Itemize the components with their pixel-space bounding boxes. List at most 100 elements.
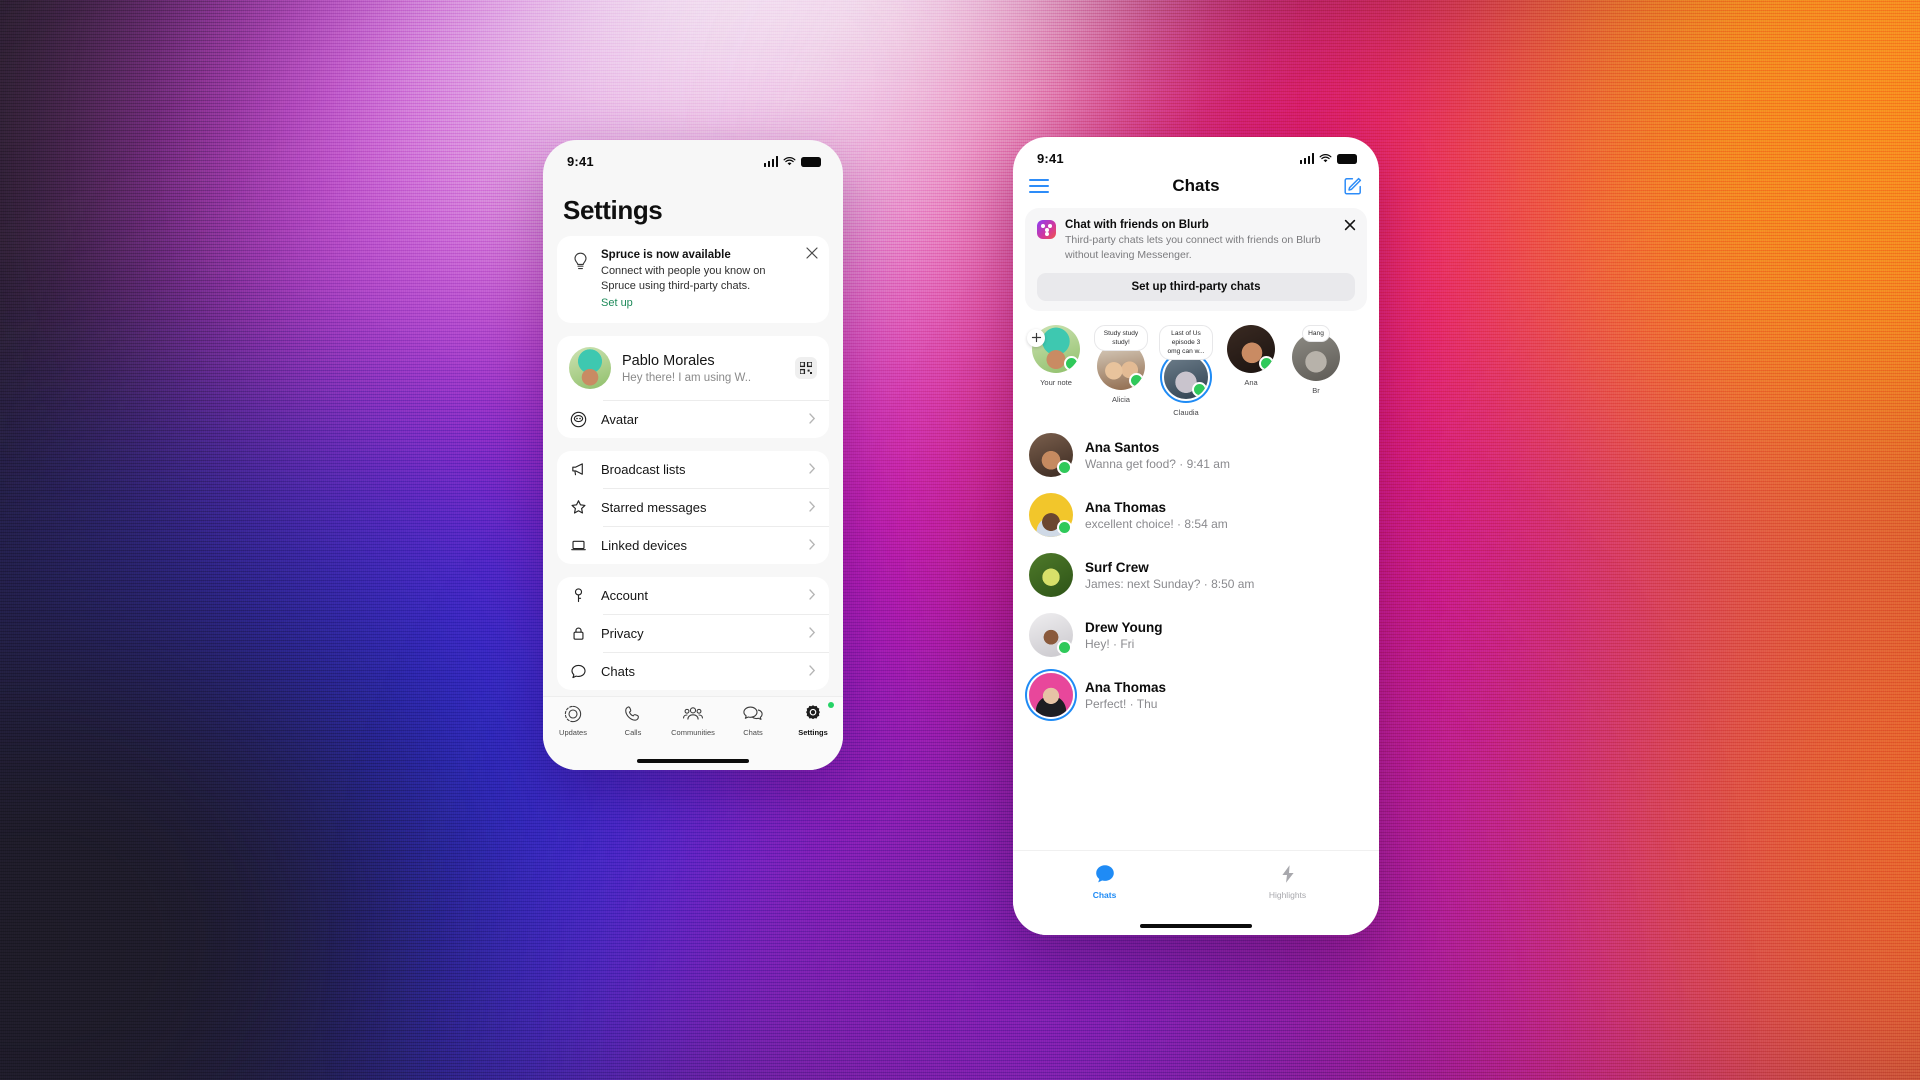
settings-item-label: Linked devices — [601, 538, 687, 554]
home-indicator — [1140, 924, 1252, 928]
settings-group-account: Account Privacy Chats — [557, 577, 829, 691]
tab-calls[interactable]: Calls — [603, 704, 663, 737]
chat-preview: Hey! · Fri — [1085, 636, 1135, 651]
chat-preview: excellent choice! · 8:54 am — [1085, 516, 1228, 531]
battery-icon — [1337, 153, 1357, 164]
note-bubble: Last of Us episode 3 omg can w... — [1159, 324, 1213, 361]
profile-status: Hey there! I am using W.. — [622, 372, 752, 385]
note-label: Ana — [1244, 377, 1258, 387]
megaphone-icon — [569, 461, 588, 478]
tab-settings[interactable]: Settings — [783, 702, 843, 737]
avatar — [1029, 673, 1073, 718]
setup-third-party-chats-button[interactable]: Set up third-party chats — [1037, 272, 1355, 301]
tab-communities[interactable]: Communities — [663, 704, 723, 737]
online-indicator — [1057, 640, 1072, 656]
settings-item-label: Avatar — [601, 412, 639, 428]
note-label: Claudia — [1173, 408, 1199, 418]
messenger-tab-bar: Chats Highlights — [1013, 850, 1379, 935]
tab-label: Highlights — [1268, 890, 1307, 900]
tab-label: Updates — [559, 728, 587, 737]
noise-overlay — [0, 0, 1920, 1080]
settings-item-account[interactable]: Account — [557, 577, 829, 614]
chat-list-item[interactable]: Drew Young Hey! · Fri — [1013, 605, 1379, 665]
wifi-icon — [1319, 153, 1332, 164]
star-icon — [569, 499, 588, 516]
settings-item-broadcast-lists[interactable]: Broadcast lists — [557, 451, 829, 488]
note-item-your-note[interactable]: Your note — [1027, 324, 1083, 417]
chat-name: Surf Crew — [1085, 559, 1149, 575]
online-indicator — [1129, 373, 1144, 388]
settings-item-label: Account — [601, 588, 648, 604]
online-indicator — [1064, 355, 1079, 371]
chat-preview: Perfect! · Thu — [1085, 696, 1158, 711]
chat-name: Drew Young — [1085, 619, 1163, 635]
hamburger-menu-icon[interactable] — [1029, 178, 1049, 194]
banner-title: Chat with friends on Blurb — [1065, 219, 1209, 231]
chat-list-item[interactable]: Ana Thomas excellent choice! · 8:54 am — [1013, 485, 1379, 545]
battery-icon — [801, 156, 821, 167]
qr-code-icon[interactable] — [795, 357, 817, 380]
settings-item-label: Starred messages — [601, 500, 707, 516]
status-time: 9:41 — [567, 154, 594, 169]
background-gradient — [0, 0, 1920, 1080]
note-item-ana[interactable]: Ana — [1224, 324, 1278, 417]
settings-phone-mockup: 9:41 Settings Spruce is now available Co… — [543, 140, 843, 770]
settings-item-avatar[interactable]: Avatar — [557, 401, 829, 438]
chat-name: Ana Santos — [1085, 439, 1160, 455]
status-time: 9:41 — [1037, 151, 1064, 166]
notice-setup-link[interactable]: Set up — [601, 297, 801, 309]
notice-text: Connect with people you know on Spruce u… — [601, 265, 766, 292]
note-label: Your note — [1040, 377, 1072, 387]
messenger-phone-mockup: 9:41 Chats Chat with friends on Blurb Th… — [1013, 137, 1379, 935]
note-item-br[interactable]: Hang Br — [1289, 324, 1343, 417]
chevron-right-icon — [809, 587, 817, 605]
tab-updates[interactable]: Updates — [543, 704, 603, 737]
note-item-claudia[interactable]: Last of Us episode 3 omg can w... Claudi… — [1159, 324, 1213, 418]
avatar — [1164, 355, 1208, 400]
tab-label: Chats — [743, 728, 763, 737]
cellular-bars-icon — [763, 156, 778, 167]
settings-item-chats[interactable]: Chats — [557, 653, 829, 690]
note-label: Br — [1312, 385, 1320, 395]
profile-row[interactable]: Pablo Morales Hey there! I am using W.. — [557, 336, 829, 400]
status-bar: 9:41 — [1013, 137, 1379, 166]
note-item-alicia[interactable]: Study study study! Alicia — [1094, 324, 1148, 417]
page-title: Settings — [563, 195, 663, 225]
messenger-header: Chats — [1013, 166, 1379, 204]
close-icon[interactable] — [1344, 218, 1356, 231]
chat-list-item[interactable]: Ana Santos Wanna get food? · 9:41 am — [1013, 425, 1379, 485]
tab-label: Communities — [671, 728, 715, 737]
blurb-banner: Chat with friends on Blurb Third-party c… — [1025, 208, 1367, 311]
online-indicator — [1192, 382, 1207, 398]
avatar — [1029, 553, 1073, 598]
banner-text: Third-party chats lets you connect with … — [1065, 234, 1321, 261]
tab-label: Settings — [798, 728, 828, 737]
plus-icon[interactable] — [1027, 328, 1045, 347]
chat-bubble-icon — [569, 663, 588, 680]
notes-row[interactable]: Your note Study study study! Alicia Last… — [1013, 311, 1379, 425]
compose-icon[interactable] — [1343, 176, 1363, 196]
chevron-right-icon — [809, 411, 817, 429]
profile-card: Pablo Morales Hey there! I am using W.. … — [557, 336, 829, 439]
communities-icon — [683, 707, 703, 720]
avatar-face-icon — [569, 411, 588, 428]
settings-group-tools: Broadcast lists Starred messages Linked … — [557, 451, 829, 565]
home-indicator — [637, 759, 749, 763]
close-icon[interactable] — [805, 246, 819, 260]
wifi-icon — [783, 156, 796, 167]
avatar — [1029, 613, 1073, 658]
status-badge — [828, 702, 834, 708]
tab-chats[interactable]: Chats — [723, 704, 783, 737]
note-bubble: Study study study! — [1094, 324, 1148, 351]
chat-filled-icon — [1095, 865, 1114, 883]
chevron-right-icon — [809, 537, 817, 555]
laptop-icon — [569, 537, 588, 554]
settings-item-linked-devices[interactable]: Linked devices — [557, 527, 829, 564]
notice-title: Spruce is now available — [601, 249, 731, 261]
chat-list-item[interactable]: Ana Thomas Perfect! · Thu — [1013, 665, 1379, 725]
chats-icon — [743, 706, 763, 720]
online-indicator — [1057, 460, 1072, 476]
chat-list-item[interactable]: Surf Crew James: next Sunday? · 8:50 am — [1013, 545, 1379, 605]
settings-item-privacy[interactable]: Privacy — [557, 615, 829, 652]
settings-item-starred-messages[interactable]: Starred messages — [557, 489, 829, 526]
